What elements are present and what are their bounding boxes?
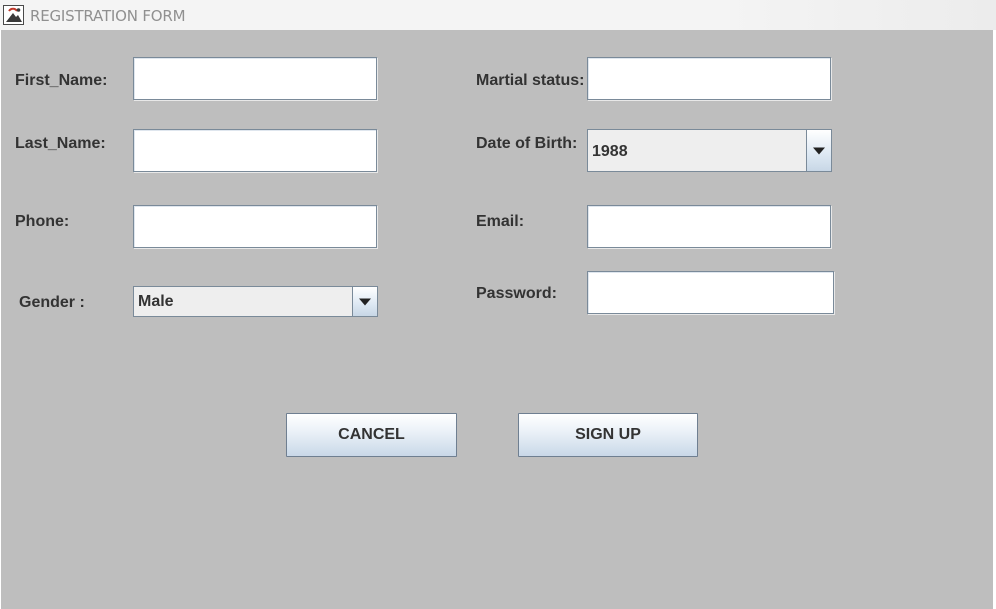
first-name-field[interactable] bbox=[133, 57, 377, 100]
chevron-down-icon bbox=[359, 298, 371, 305]
gender-dropdown[interactable]: Male bbox=[133, 286, 378, 317]
date-of-birth-dropdown[interactable]: 1988 bbox=[587, 129, 832, 172]
email-label: Email: bbox=[476, 213, 525, 230]
java-app-icon bbox=[3, 5, 24, 25]
last-name-label: Last_Name: bbox=[15, 135, 106, 152]
cancel-button[interactable]: CANCEL bbox=[286, 413, 457, 457]
gender-dropdown-button[interactable] bbox=[352, 287, 377, 316]
password-label: Password: bbox=[476, 285, 557, 302]
date-of-birth-dropdown-button[interactable] bbox=[806, 130, 831, 171]
marital-status-field[interactable] bbox=[587, 57, 831, 100]
email-field[interactable] bbox=[587, 205, 831, 248]
first-name-label: First_Name: bbox=[15, 72, 108, 89]
chevron-down-icon bbox=[813, 147, 825, 154]
gender-selected-value: Male bbox=[138, 293, 174, 310]
window-title: REGISTRATION FORM bbox=[30, 7, 186, 25]
password-field[interactable] bbox=[587, 271, 834, 314]
date-of-birth-label: Date of Birth: bbox=[476, 135, 578, 152]
date-of-birth-selected-value: 1988 bbox=[592, 143, 628, 160]
last-name-field[interactable] bbox=[133, 129, 377, 172]
marital-status-label: Martial status: bbox=[476, 72, 585, 89]
window-titlebar: REGISTRATION FORM bbox=[0, 0, 996, 30]
sign-up-button[interactable]: SIGN UP bbox=[518, 413, 698, 457]
titlebar-shade bbox=[720, 0, 996, 30]
phone-label: Phone: bbox=[15, 213, 70, 230]
gender-label: Gender : bbox=[19, 294, 85, 311]
phone-field[interactable] bbox=[133, 205, 377, 248]
form-panel: First_Name: Last_Name: Phone: Gender : M… bbox=[1, 30, 993, 609]
